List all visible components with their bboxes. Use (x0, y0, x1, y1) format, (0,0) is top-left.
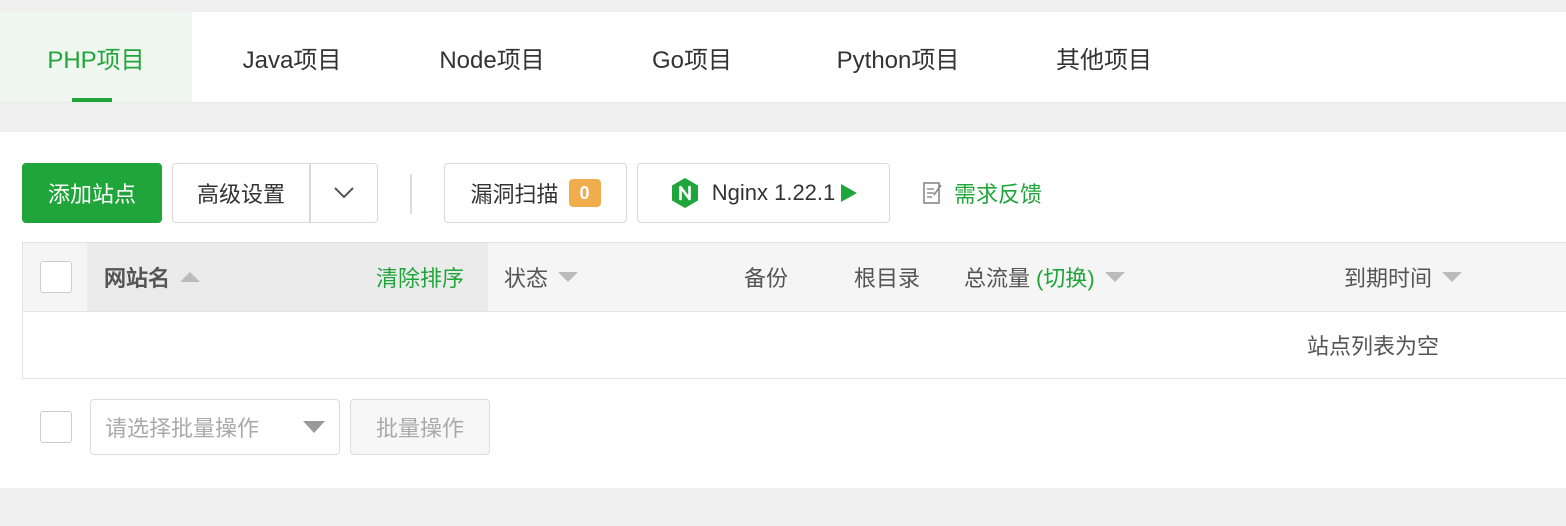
sort-caret-icon (1442, 272, 1463, 282)
advanced-settings-button[interactable]: 高级设置 (172, 163, 310, 223)
column-status[interactable]: 状态 (504, 243, 579, 311)
select-all-checkbox[interactable] (40, 261, 72, 293)
tab-other[interactable]: 其他项目 (1004, 12, 1204, 102)
tab-label: PHP项目 (47, 46, 145, 74)
tab-java[interactable]: Java项目 (192, 12, 392, 102)
tab-go[interactable]: Go项目 (592, 12, 792, 102)
toolbar-divider (410, 174, 412, 214)
chevron-down-icon (334, 187, 354, 199)
column-traffic-label: 总流量 (964, 266, 1031, 291)
tab-label: Node项目 (439, 46, 545, 74)
batch-operation-button[interactable]: 批量操作 (350, 399, 490, 455)
batch-operation-placeholder: 请选择批量操作 (105, 416, 260, 441)
tab-php[interactable]: PHP项目 (0, 12, 192, 102)
play-icon (841, 184, 858, 202)
empty-list-message: 站点列表为空 (1307, 334, 1440, 359)
tab-label: Go项目 (651, 46, 732, 74)
tab-python[interactable]: Python项目 (792, 12, 1004, 102)
sort-caret-icon (180, 272, 201, 282)
column-backup: 备份 (744, 243, 788, 311)
batch-operation-label: 批量操作 (375, 416, 464, 441)
advanced-settings-label: 高级设置 (196, 182, 285, 207)
caret-down-icon (303, 421, 325, 433)
advanced-settings-dropdown[interactable] (310, 163, 378, 223)
column-name-label: 网站名 (104, 266, 171, 291)
nginx-logo-icon (671, 178, 698, 208)
feedback-label: 需求反馈 (954, 182, 1043, 207)
edit-note-icon (923, 182, 942, 204)
nginx-service-button[interactable]: Nginx 1.22.1 (637, 163, 890, 223)
vulnerability-scan-button[interactable]: 漏洞扫描 0 (444, 163, 627, 223)
column-root: 根目录 (854, 243, 920, 311)
tab-label: 其他项目 (1056, 46, 1152, 74)
column-backup-label: 备份 (744, 266, 789, 291)
clear-sort-label: 清除排序 (376, 266, 465, 291)
project-type-tabs: PHP项目 Java项目 Node项目 Go项目 Python项目 其他项目 (0, 12, 1566, 102)
scan-count-badge: 0 (568, 179, 601, 207)
sort-caret-icon (1104, 272, 1125, 282)
nginx-version-label: Nginx 1.22.1 (711, 180, 836, 205)
clear-sort-link[interactable]: 清除排序 (376, 243, 464, 311)
column-traffic[interactable]: 总流量 (切换) (964, 243, 1125, 311)
tab-label: Java项目 (242, 46, 342, 74)
batch-operation-select[interactable]: 请选择批量操作 (90, 399, 340, 455)
site-table: 网站名 清除排序 状态 备份 根目录 总流量 (切换) 到期时间 站点列表为空 (22, 242, 1566, 379)
column-expire[interactable]: 到期时间 (1344, 243, 1463, 311)
add-site-button[interactable]: 添加站点 (22, 163, 162, 223)
add-site-label: 添加站点 (47, 182, 136, 207)
table-header: 网站名 清除排序 状态 备份 根目录 总流量 (切换) 到期时间 (23, 243, 1566, 312)
sort-caret-icon (558, 272, 579, 282)
column-status-label: 状态 (504, 266, 549, 291)
feedback-link[interactable]: 需求反馈 (922, 176, 1042, 210)
traffic-switch-link[interactable]: (切换) (1036, 261, 1095, 293)
column-name[interactable]: 网站名 (104, 243, 201, 311)
column-root-label: 根目录 (854, 266, 921, 291)
tab-label: Python项目 (836, 46, 960, 74)
column-expire-label: 到期时间 (1344, 266, 1433, 291)
tab-node[interactable]: Node项目 (392, 12, 592, 102)
batch-select-checkbox[interactable] (40, 411, 72, 443)
vulnerability-scan-label: 漏洞扫描 (470, 182, 559, 207)
